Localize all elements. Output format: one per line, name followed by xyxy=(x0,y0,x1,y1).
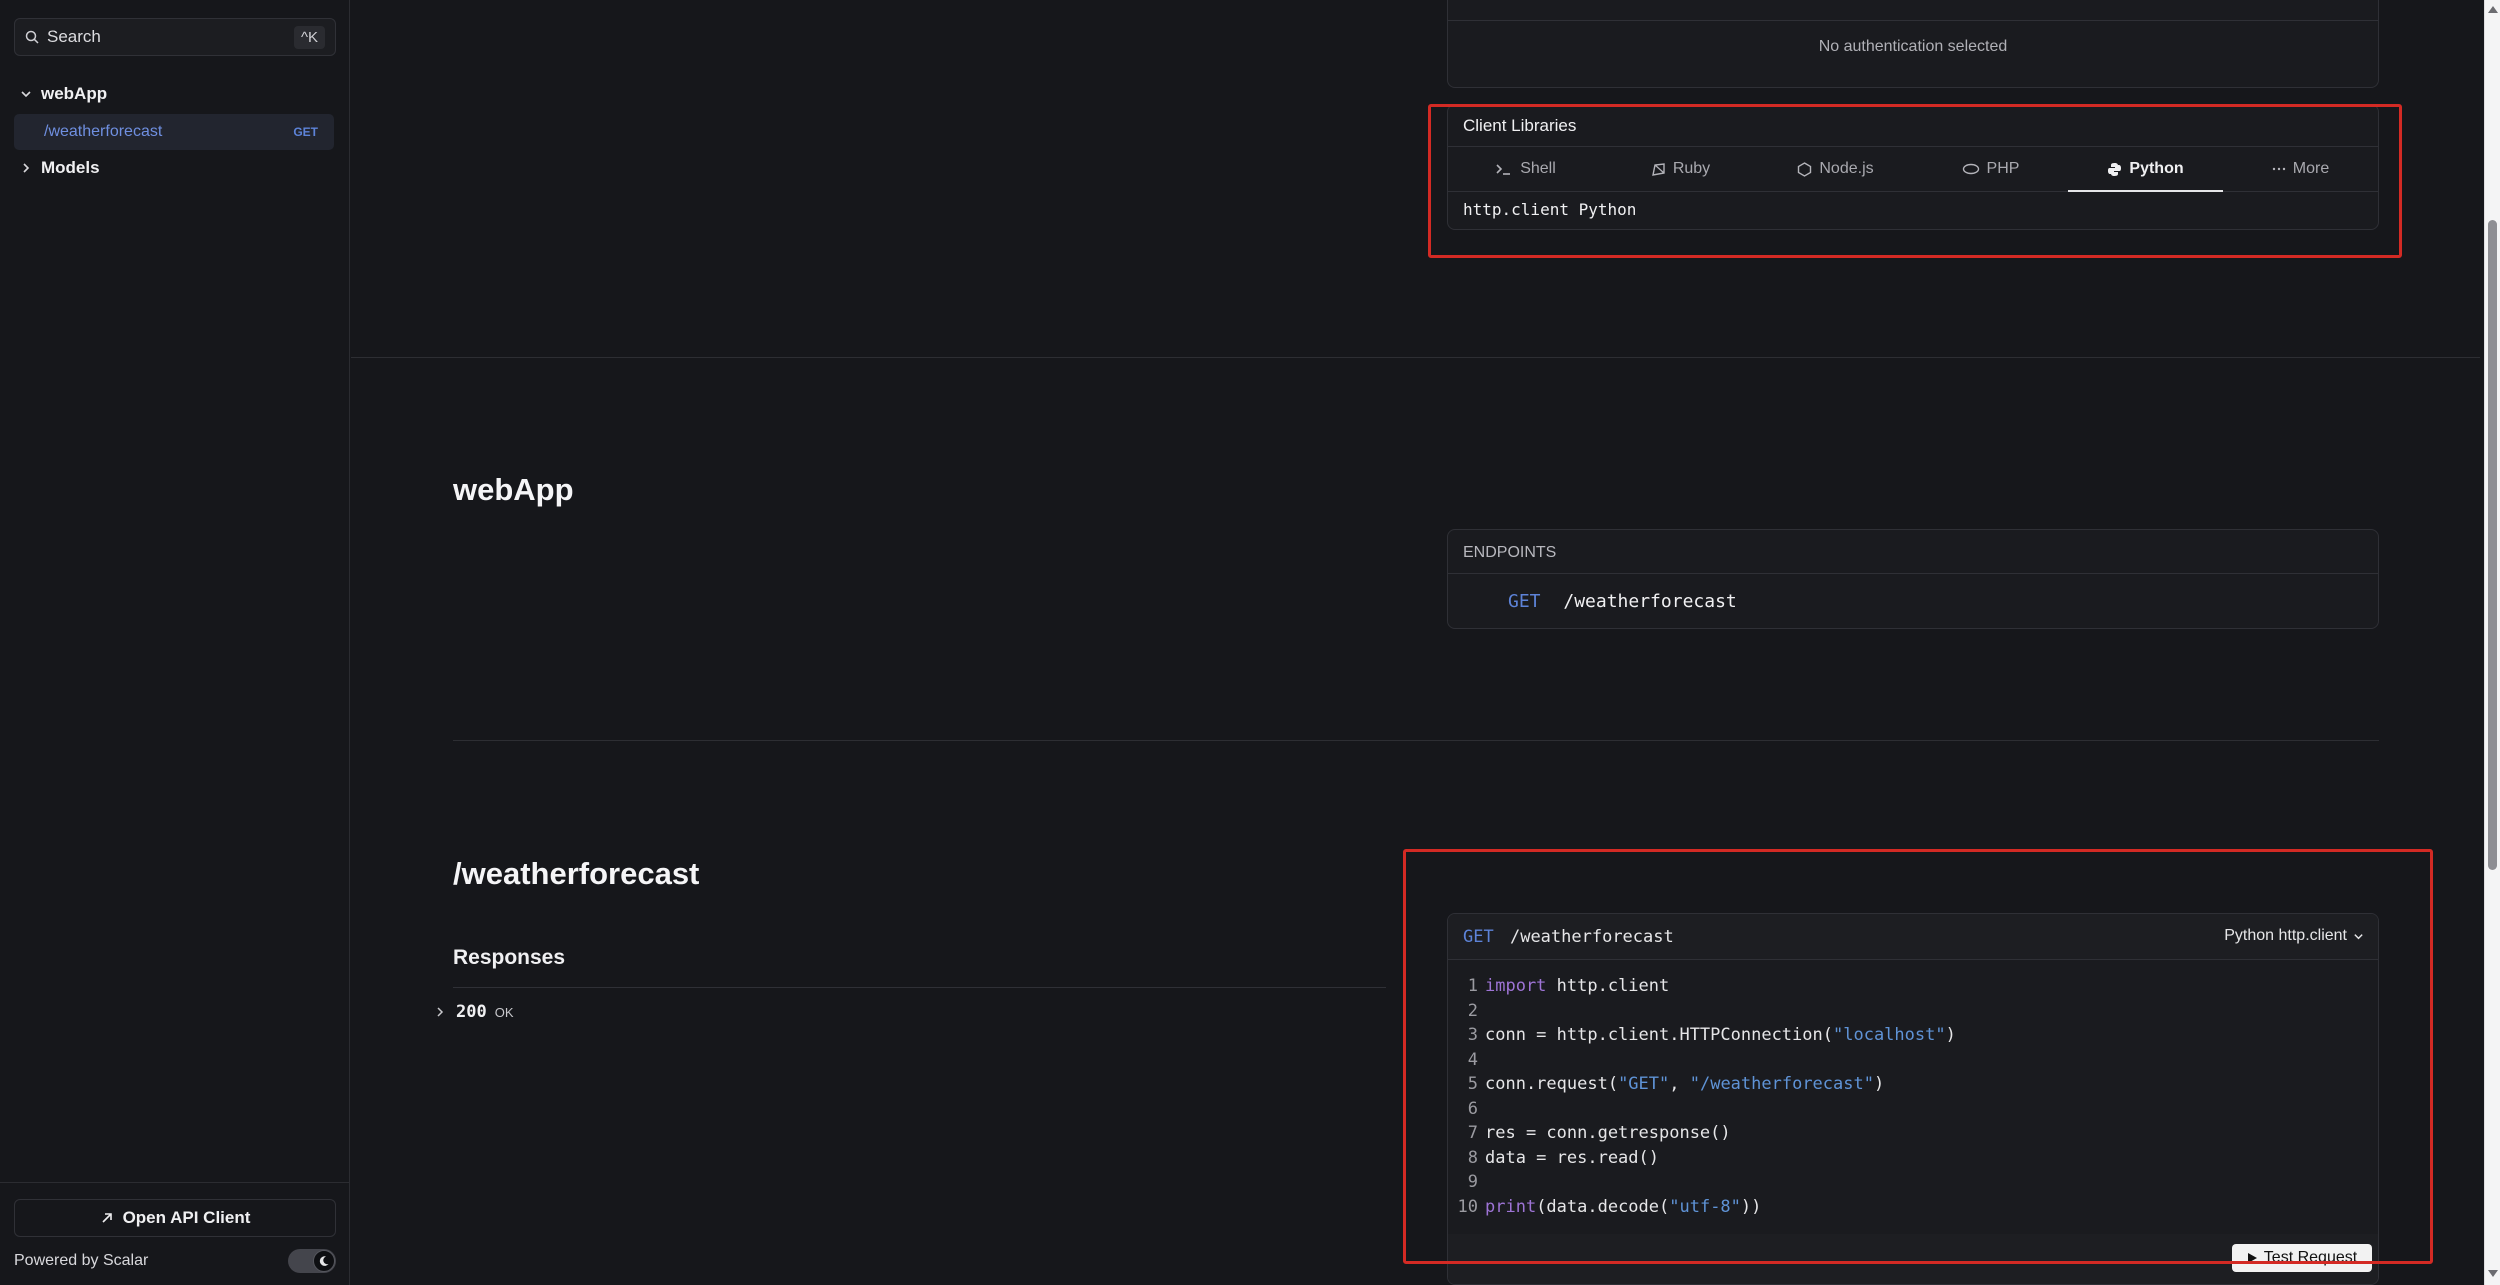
response-text: OK xyxy=(494,1004,514,1020)
authentication-panel: No authentication selected xyxy=(1447,0,2379,88)
chevron-down-icon xyxy=(21,91,31,98)
search-icon xyxy=(25,30,39,44)
sidebar-item-weatherforecast[interactable]: /weatherforecast GET xyxy=(14,114,334,150)
sidebar-group-models[interactable]: Models xyxy=(20,158,100,178)
dark-mode-toggle[interactable] xyxy=(288,1249,336,1273)
endpoints-header: ENDPOINTS xyxy=(1448,530,2378,574)
search-label: Search xyxy=(47,27,101,46)
scrollbar-thumb[interactable] xyxy=(2488,220,2497,870)
response-code: 200 xyxy=(456,1002,487,1022)
sidebar-item-label: /weatherforecast xyxy=(44,123,163,140)
scroll-up-arrow[interactable] xyxy=(2488,6,2498,13)
chevron-right-icon xyxy=(437,1007,444,1017)
moon-icon xyxy=(313,1250,335,1272)
open-api-client-label: Open API Client xyxy=(122,1208,251,1227)
scrollbar[interactable] xyxy=(2484,0,2500,1285)
method-badge: GET xyxy=(293,125,318,139)
section-divider xyxy=(351,357,2480,358)
endpoint-link[interactable]: GET /weatherforecast xyxy=(1508,591,1737,612)
search-shortcut: ^K xyxy=(293,25,325,49)
method-label: GET xyxy=(1508,591,1541,612)
section-title: webApp xyxy=(453,472,574,507)
scroll-down-arrow[interactable] xyxy=(2488,1270,2498,1277)
no-auth-text: No authentication selected xyxy=(1818,38,2008,55)
search-button[interactable]: Search ^K xyxy=(14,18,336,56)
endpoint-path: /weatherforecast xyxy=(1563,591,1737,612)
sidebar-footer: Open API Client Powered by Scalar xyxy=(0,1182,350,1285)
sidebar-group-label: webApp xyxy=(41,84,108,103)
powered-by-text: Powered by Scalar xyxy=(14,1252,149,1269)
sidebar: Search ^K webApp /weatherforecast GET Mo… xyxy=(0,0,350,1285)
endpoints-panel: ENDPOINTS GET /weatherforecast xyxy=(1447,529,2379,629)
arrow-up-right-icon xyxy=(102,1213,112,1223)
responses-title: Responses xyxy=(453,946,566,969)
chevron-right-icon xyxy=(23,163,30,173)
endpoint-divider xyxy=(453,740,2379,741)
sidebar-group-label: Models xyxy=(41,158,100,177)
responses-divider xyxy=(453,987,1386,988)
auth-divider xyxy=(1448,20,2378,21)
response-200-row[interactable]: 200 OK xyxy=(434,1002,514,1022)
highlight-box-client-libraries xyxy=(1428,104,2402,258)
sidebar-group-webapp[interactable]: webApp xyxy=(20,84,107,104)
endpoint-title: /weatherforecast xyxy=(453,856,700,891)
highlight-box-request-example xyxy=(1403,849,2433,1264)
open-api-client-button[interactable]: Open API Client xyxy=(14,1199,336,1237)
